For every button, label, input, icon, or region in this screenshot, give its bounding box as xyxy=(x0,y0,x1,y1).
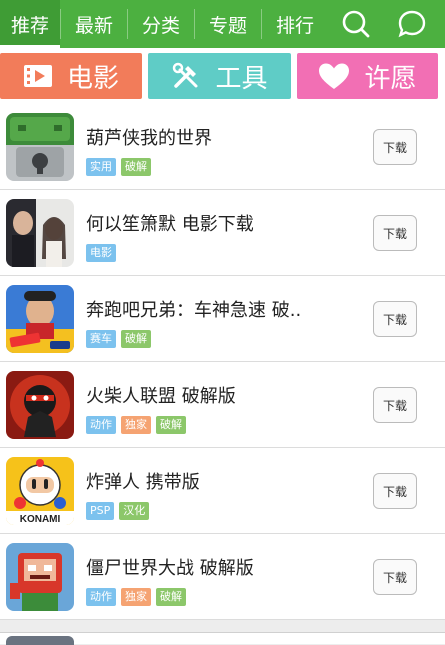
tag-list: 动作 独家 破解 xyxy=(86,416,191,434)
app-thumbnail-minecraft xyxy=(6,113,74,181)
download-button[interactable]: 下载 xyxy=(373,129,417,165)
tag: PSP xyxy=(86,502,115,520)
category-label: 工具 xyxy=(215,63,268,94)
tag-list: 赛车 破解 xyxy=(86,330,156,348)
tag-list: 实用 破解 xyxy=(86,158,156,176)
tab-topics[interactable]: 专题 xyxy=(195,0,261,48)
tag: 破解 xyxy=(121,158,151,176)
download-button[interactable]: 下载 xyxy=(373,387,417,423)
list-item[interactable]: KONAMI 炸弹人 携带版 PSP 汉化 下载 xyxy=(0,448,445,534)
tab-recommend[interactable]: 推荐 xyxy=(0,0,60,48)
next-list-item-peek xyxy=(0,632,445,645)
tag: 独家 xyxy=(121,416,151,434)
tag: 赛车 xyxy=(86,330,116,348)
category-bar: 电影 工具 许愿 xyxy=(0,48,445,104)
app-title: 火柴人联盟 破解版 xyxy=(86,386,236,407)
app-title: 炸弹人 携带版 xyxy=(86,472,200,493)
tag-list: PSP 汉化 xyxy=(86,502,154,520)
top-nav-bar: 推荐 最新 分类 专题 排行 xyxy=(0,0,445,48)
tab-label: 专题 xyxy=(208,14,247,37)
download-button[interactable]: 下载 xyxy=(373,559,417,595)
download-button[interactable]: 下载 xyxy=(373,215,417,251)
tab-label: 分类 xyxy=(141,14,180,37)
tag: 动作 xyxy=(86,416,116,434)
tab-latest[interactable]: 最新 xyxy=(61,0,127,48)
list-item[interactable]: 何以笙箫默 电影下载 电影 下载 xyxy=(0,190,445,276)
tag-list: 动作 独家 破解 xyxy=(86,588,191,606)
list-item[interactable]: 奔跑吧兄弟：车神急速 破.. 赛车 破解 下载 xyxy=(0,276,445,362)
category-tools-button[interactable]: 工具 xyxy=(148,53,291,99)
tab-category[interactable]: 分类 xyxy=(128,0,194,48)
download-button[interactable]: 下载 xyxy=(373,473,417,509)
list-item[interactable]: 火柴人联盟 破解版 动作 独家 破解 下载 xyxy=(0,362,445,448)
app-thumbnail-movie-poster xyxy=(6,199,74,267)
list-item[interactable]: 葫芦侠我的世界 实用 破解 下载 xyxy=(0,104,445,190)
list-item[interactable]: 僵尸世界大战 破解版 动作 独家 破解 下载 xyxy=(0,534,445,620)
tag: 破解 xyxy=(156,416,186,434)
tag: 破解 xyxy=(121,330,151,348)
category-label: 许愿 xyxy=(364,63,417,94)
film-icon xyxy=(23,65,52,87)
tab-label: 最新 xyxy=(74,14,113,37)
tag: 汉化 xyxy=(119,502,150,520)
category-movie-button[interactable]: 电影 xyxy=(0,53,142,99)
app-thumbnail-bomberman: KONAMI xyxy=(6,457,74,525)
konami-logo: KONAMI xyxy=(20,514,61,525)
tab-ranking[interactable]: 排行 xyxy=(262,0,328,48)
app-thumbnail-zombie-game xyxy=(6,543,74,611)
app-list: 葫芦侠我的世界 实用 破解 下载 何以笙箫默 电影下载 电影 下载 奔跑吧兄弟：… xyxy=(0,104,445,620)
category-wish-button[interactable]: 许愿 xyxy=(297,53,438,99)
tag-list: 电影 xyxy=(86,244,121,262)
heart-icon xyxy=(319,63,350,89)
tag: 电影 xyxy=(86,244,116,262)
app-title: 葫芦侠我的世界 xyxy=(86,128,212,149)
app-title: 僵尸世界大战 破解版 xyxy=(86,558,254,579)
tag: 破解 xyxy=(156,588,186,606)
tab-label: 推荐 xyxy=(10,14,49,37)
chat-bubble-icon[interactable] xyxy=(384,0,440,48)
app-thumbnail-racing-game xyxy=(6,285,74,353)
category-label: 电影 xyxy=(66,63,119,94)
app-title: 何以笙箫默 电影下载 xyxy=(86,214,254,235)
tag: 独家 xyxy=(121,588,151,606)
tab-label: 排行 xyxy=(275,14,314,37)
app-title: 奔跑吧兄弟：车神急速 破.. xyxy=(86,300,302,321)
tag: 动作 xyxy=(86,588,116,606)
tools-icon xyxy=(173,62,198,88)
app-thumbnail-stickman xyxy=(6,371,74,439)
download-button[interactable]: 下载 xyxy=(373,301,417,337)
tag: 实用 xyxy=(86,158,116,176)
search-icon[interactable] xyxy=(328,0,384,48)
